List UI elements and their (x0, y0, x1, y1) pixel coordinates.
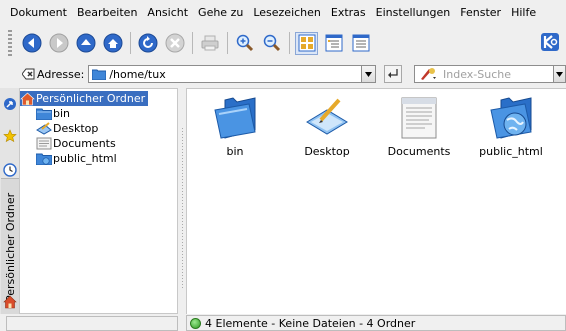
tree-item-label: public_html (53, 152, 117, 165)
file-item-bin[interactable]: bin (195, 95, 275, 158)
reload-icon (138, 33, 157, 53)
index-search-input[interactable]: Index-Suche (414, 65, 554, 83)
zoom-in-icon (236, 34, 253, 52)
menu-bearbeiten[interactable]: Bearbeiten (77, 6, 137, 19)
file-label: bin (226, 145, 244, 158)
menu-extras[interactable]: Extras (331, 6, 366, 19)
sidebar-bottom-bar (6, 316, 178, 331)
desktop-folder-icon (306, 98, 348, 135)
sidebar-tab-label: Persönlicher Ordner (4, 192, 17, 302)
kde-logo-icon[interactable] (540, 32, 560, 52)
tree-item-label: bin (53, 107, 71, 120)
file-item-documents[interactable]: Documents (379, 95, 459, 158)
toolbar-separator (289, 32, 290, 54)
go-button[interactable] (384, 65, 403, 83)
home-button[interactable] (101, 32, 124, 55)
address-dropdown-button[interactable] (362, 65, 377, 83)
icon-view-button[interactable] (295, 31, 318, 55)
forward-button[interactable] (47, 32, 70, 55)
desktop-folder-icon (36, 122, 52, 135)
menu-ansicht[interactable]: Ansicht (147, 6, 188, 19)
toolbar-separator (227, 32, 228, 54)
toolbar-separator (130, 32, 131, 54)
stop-button[interactable] (163, 32, 186, 55)
web-folder-icon (36, 153, 52, 165)
star-icon (3, 129, 17, 143)
address-label: Adresse: (37, 67, 85, 81)
back-icon (22, 33, 41, 53)
folder-icon (92, 69, 107, 80)
search-dropdown-button[interactable] (554, 65, 566, 83)
list-view-icon (352, 34, 369, 52)
stop-icon (165, 33, 184, 53)
tree-view-button[interactable] (322, 32, 345, 55)
tree-item-public-html[interactable]: public_html (36, 151, 117, 166)
return-arrow-icon (388, 69, 398, 78)
up-button[interactable] (74, 32, 97, 55)
navigation-icon (4, 98, 16, 110)
status-ok-icon (190, 317, 201, 329)
print-button[interactable] (198, 32, 221, 55)
tree-item-bin[interactable]: bin (36, 106, 70, 121)
search-placeholder: Index-Suche (443, 67, 511, 81)
file-label: public_html (479, 145, 543, 158)
reload-button[interactable] (136, 32, 159, 55)
tree-item-documents[interactable]: Documents (36, 136, 116, 151)
file-label: Documents (387, 145, 451, 158)
tree-item-label: Documents (53, 137, 116, 150)
status-text: 4 Elemente - Keine Dateien - 4 Ordner (205, 316, 416, 330)
folder-icon (214, 97, 256, 139)
chevron-down-icon (556, 71, 563, 77)
file-item-desktop[interactable]: Desktop (287, 95, 367, 158)
menu-einstellungen[interactable]: Einstellungen (376, 6, 451, 19)
status-bar: 4 Elemente - Keine Dateien - 4 Ordner (186, 315, 566, 331)
documents-folder-icon (401, 97, 437, 139)
home-folder-icon (3, 295, 17, 309)
folder-icon (36, 108, 52, 120)
sidebar-tab-strip: Persönlicher Ordner (0, 88, 20, 314)
toolbar-separator (192, 32, 193, 54)
menu-hilfe[interactable]: Hilfe (511, 6, 536, 19)
icon-view-icon (298, 34, 315, 52)
folder-tree: Persönlicher Ordner bin Desktop Document… (20, 88, 178, 314)
menu-lesezeichen[interactable]: Lesezeichen (253, 6, 321, 19)
file-icon-view: bin Desktop Documents public_html (186, 88, 566, 314)
address-bar: Adresse: /home/tux Index-Suche (0, 63, 566, 85)
file-label: Desktop (304, 145, 350, 158)
home-icon (103, 33, 122, 53)
toolbar-grip[interactable] (8, 30, 12, 56)
zoom-out-button[interactable] (260, 32, 283, 55)
sidebar-tab-bookmarks[interactable] (2, 128, 18, 144)
menu-dokument[interactable]: Dokument (10, 6, 67, 19)
forward-icon (49, 33, 68, 53)
menubar: Dokument Bearbeiten Ansicht Gehe zu Lese… (0, 0, 566, 24)
print-icon (201, 35, 218, 51)
sidebar-tab-home-icon-wrap[interactable] (2, 294, 18, 310)
sidebar-tab-navigation[interactable] (2, 96, 18, 112)
home-folder-icon (20, 92, 35, 105)
chevron-down-icon (365, 71, 373, 77)
back-button[interactable] (20, 32, 43, 55)
zoom-in-button[interactable] (233, 32, 256, 55)
tree-item-desktop[interactable]: Desktop (36, 121, 98, 136)
web-folder-icon (490, 97, 532, 139)
documents-folder-icon (36, 137, 52, 150)
toolbar (0, 26, 566, 60)
address-value: /home/tux (109, 67, 166, 81)
up-icon (76, 33, 95, 53)
address-input[interactable]: /home/tux (88, 65, 363, 83)
list-view-button[interactable] (349, 32, 372, 55)
tree-view-icon (325, 34, 342, 52)
clear-location-icon[interactable] (22, 68, 35, 80)
menu-gehe-zu[interactable]: Gehe zu (198, 6, 243, 19)
tree-item-home[interactable]: Persönlicher Ordner (20, 91, 149, 106)
tree-item-label: Desktop (53, 122, 99, 135)
sidebar-tab-history[interactable] (2, 162, 18, 178)
file-item-public-html[interactable]: public_html (471, 95, 551, 158)
search-engine-icon (421, 68, 436, 80)
clock-icon (3, 163, 17, 177)
menu-fenster[interactable]: Fenster (460, 6, 501, 19)
tree-item-label: Persönlicher Ordner (36, 92, 146, 105)
zoom-out-icon (263, 34, 280, 52)
